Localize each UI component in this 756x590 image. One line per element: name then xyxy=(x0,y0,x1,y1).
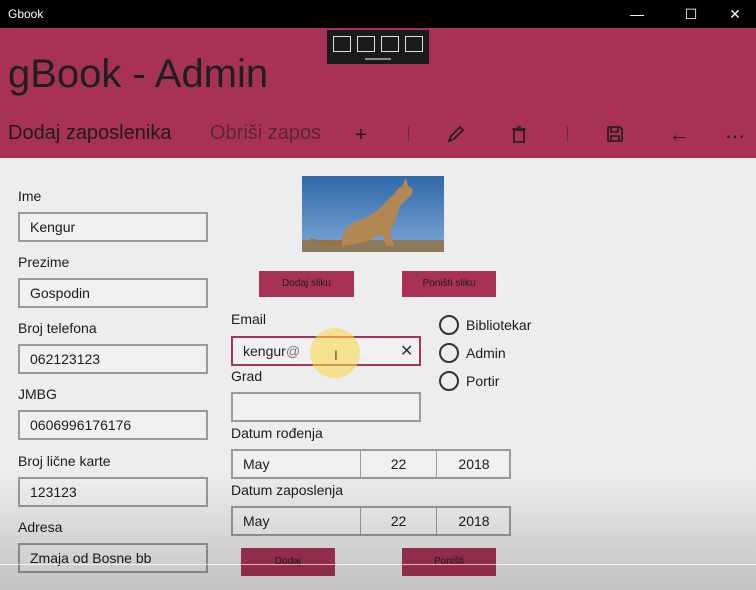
prezime-field[interactable]: Gospodin xyxy=(18,278,208,308)
radio-bibliotekar[interactable] xyxy=(439,315,459,335)
window-titlebar: Gbook — ☐ ✕ xyxy=(0,0,756,28)
day-segment[interactable]: 22 xyxy=(360,451,436,477)
reset-photo-button[interactable]: Poništi sliku xyxy=(402,271,496,297)
datum-rodjenja-label: Datum rođenja xyxy=(231,425,323,441)
month-segment[interactable]: May xyxy=(243,508,359,534)
page-title: gBook - Admin xyxy=(8,52,269,96)
day-segment[interactable]: 22 xyxy=(360,508,436,534)
ime-field[interactable]: Kengur xyxy=(18,212,208,242)
tab-dodaj-zaposlenika[interactable]: Dodaj zaposlenika xyxy=(8,122,171,145)
live-tree-icon[interactable] xyxy=(333,36,351,52)
back-arrow-icon[interactable]: ← xyxy=(666,124,692,147)
month-segment[interactable]: May xyxy=(243,451,359,477)
track-focus-icon[interactable] xyxy=(405,36,423,52)
pencil-icon[interactable] xyxy=(443,124,469,150)
select-element-icon[interactable] xyxy=(357,36,375,52)
radio-label-portir: Portir xyxy=(466,373,500,389)
debug-toolbar xyxy=(327,30,429,64)
jmbg-field[interactable]: 0606996176176 xyxy=(18,410,208,440)
layout-adorner-icon[interactable] xyxy=(381,36,399,52)
more-icon[interactable]: ⋯ xyxy=(722,124,748,149)
trash-icon[interactable] xyxy=(506,124,532,150)
jmbg-label: JMBG xyxy=(18,386,57,402)
telefon-label: Broj telefona xyxy=(18,320,97,336)
licna-karta-field[interactable]: 123123 xyxy=(18,477,208,507)
plus-icon[interactable]: + xyxy=(348,124,374,147)
text-cursor-icon: I xyxy=(334,347,338,363)
window-title: Gbook xyxy=(8,7,44,21)
close-icon[interactable]: ✕ xyxy=(712,0,756,28)
video-scanline xyxy=(0,564,756,565)
prezime-label: Prezime xyxy=(18,254,70,270)
adresa-label: Adresa xyxy=(18,519,63,535)
year-segment[interactable]: 2018 xyxy=(436,451,511,477)
add-photo-button[interactable]: Dodaj sliku xyxy=(259,271,354,297)
clear-icon[interactable]: ✕ xyxy=(400,341,413,361)
datum-zaposlenja-picker[interactable]: May 22 2018 xyxy=(231,506,511,536)
radio-label-admin: Admin xyxy=(466,345,506,361)
year-segment[interactable]: 2018 xyxy=(436,508,511,534)
minimize-icon[interactable]: — xyxy=(614,0,660,28)
email-value: kengur xyxy=(243,343,286,359)
add-button[interactable]: Dodaj xyxy=(241,548,335,576)
save-icon[interactable] xyxy=(602,124,628,150)
adresa-field[interactable]: Zmaja od Bosne bb xyxy=(18,543,208,573)
radio-admin[interactable] xyxy=(439,343,459,363)
radio-label-bibliotekar: Bibliotekar xyxy=(466,317,532,333)
separator xyxy=(408,126,409,142)
grad-label: Grad xyxy=(231,368,263,384)
tab-obrisi-zaposlenika[interactable]: Obriši zapos xyxy=(210,122,321,145)
cancel-button[interactable]: Poništi xyxy=(402,548,496,576)
datum-zaposlenja-label: Datum zaposlenja xyxy=(231,482,344,498)
licna-karta-label: Broj lične karte xyxy=(18,453,111,469)
employee-photo xyxy=(302,176,444,252)
telefon-field[interactable]: 062123123 xyxy=(18,344,208,374)
datum-rodjenja-picker[interactable]: May 22 2018 xyxy=(231,449,511,479)
grad-field[interactable] xyxy=(231,392,421,422)
maximize-icon[interactable]: ☐ xyxy=(668,0,714,28)
email-label: Email xyxy=(231,311,267,327)
toolbar-grip[interactable] xyxy=(365,58,391,60)
radio-portir[interactable] xyxy=(439,371,459,391)
ime-label: Ime xyxy=(18,188,42,204)
email-suggestion: @ xyxy=(285,343,301,359)
separator xyxy=(567,126,568,142)
